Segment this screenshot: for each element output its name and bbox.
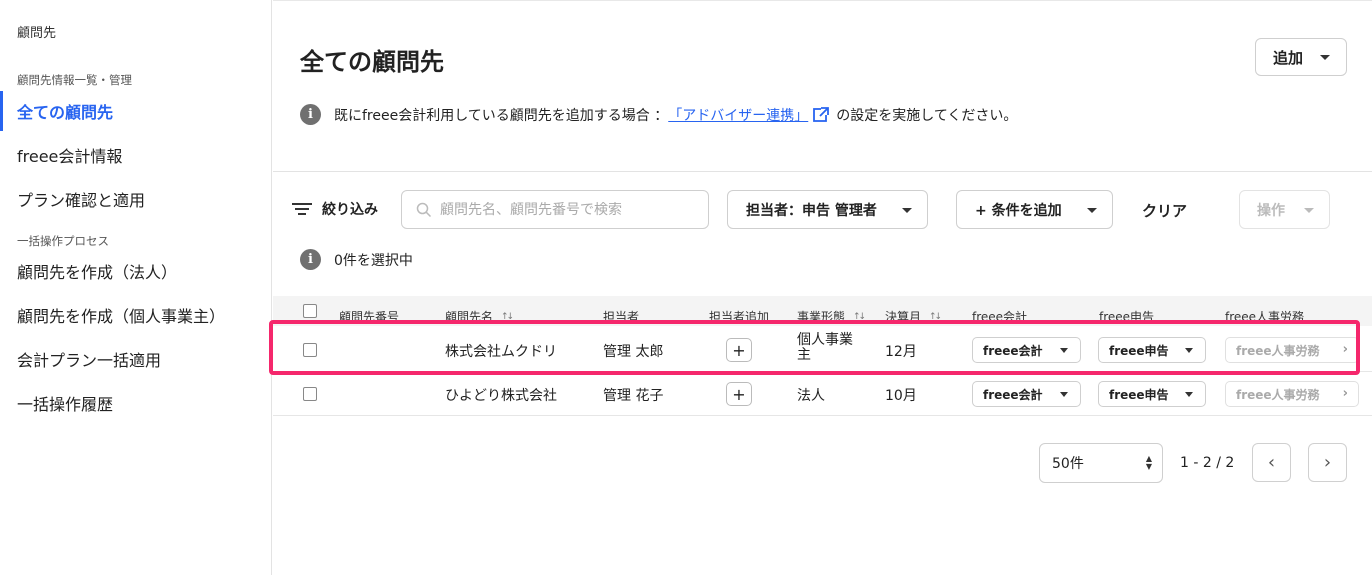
assignee-filter-dropdown[interactable]: 担当者：申告 管理者 (727, 190, 928, 229)
info-icon: i (300, 249, 321, 270)
fiscal-month: 12月 (885, 344, 917, 360)
clear-button[interactable]: クリア (1142, 200, 1187, 221)
caret-down-icon (1320, 55, 1330, 60)
filter-label: 絞り込み (322, 202, 378, 218)
header-hr: freee人事労務 (1225, 310, 1305, 324)
search-input[interactable] (440, 201, 700, 218)
top-border (273, 0, 1372, 1)
client-name[interactable]: ひよどり株式会社 (445, 385, 557, 405)
caret-down-icon (1087, 208, 1097, 213)
next-page-button[interactable]: › (1308, 443, 1347, 482)
header-accounting: freee会計 (972, 310, 1028, 324)
accounting-dropdown[interactable]: freee会計 (972, 337, 1081, 363)
assignee: 管理 花子 (603, 388, 664, 404)
chevron-left-icon: ‹ (1267, 452, 1276, 473)
business-type: 法人 (797, 388, 825, 404)
fiscal-month: 10月 (885, 388, 917, 404)
header-tax: freee申告 (1099, 310, 1155, 324)
tax-dropdown[interactable]: freee申告 (1098, 381, 1206, 407)
selection-count: 0件を選択中 (334, 252, 413, 269)
search-icon (416, 202, 432, 217)
sort-icon[interactable]: ↑↓ (929, 312, 942, 322)
info-message: i 既にfreee会計利用している顧問先を追加する場合 ： 「アドバイザー連携」… (300, 104, 1017, 125)
header-assignee: 担当者 (603, 310, 640, 324)
updown-icon: ▲ ▼ (1145, 454, 1152, 471)
header-business-type[interactable]: 事業形態 ↑↓ (797, 308, 866, 325)
sidebar: 顧問先 顧問先情報一覧・管理 全ての顧問先 freee会計情報 プラン確認と適用… (0, 0, 272, 575)
chevron-right-icon: › (1323, 452, 1332, 473)
row-checkbox[interactable] (303, 343, 317, 357)
sidebar-item-create-sole[interactable]: 顧問先を作成（個人事業主） (0, 295, 271, 335)
assignee: 管理 太郎 (603, 344, 664, 360)
sidebar-item-create-corp[interactable]: 顧問先を作成（法人） (0, 251, 271, 291)
chevron-right-icon: › (1342, 386, 1348, 401)
add-assignee-button[interactable]: + (726, 382, 752, 406)
per-page-value: 50件 (1052, 456, 1084, 472)
info-prefix: 既にfreee会計利用している顧問先を追加する場合 ： (334, 107, 669, 124)
sidebar-item-all-clients[interactable]: 全ての顧問先 (0, 91, 271, 131)
sidebar-item-bulk-history[interactable]: 一括操作履歴 (0, 383, 271, 423)
accounting-dropdown[interactable]: freee会計 (972, 381, 1081, 407)
header-add-assignee: 担当者追加 (709, 310, 770, 324)
row-divider (273, 415, 1372, 416)
selection-status: i 0件を選択中 (300, 249, 413, 270)
hr-button: freee人事労務 › (1225, 381, 1359, 407)
add-assignee-button[interactable]: + (726, 338, 752, 362)
row-checkbox[interactable] (303, 387, 317, 401)
assignee-filter-label: 担当者：申告 管理者 (746, 202, 877, 219)
add-button[interactable]: 追加 (1255, 38, 1347, 76)
info-suffix: の設定を実施してください。 (836, 107, 1018, 124)
caret-down-icon (902, 208, 912, 213)
chevron-right-icon: › (1342, 342, 1348, 357)
add-button-label: 追加 (1273, 48, 1304, 67)
sort-icon[interactable]: ↑↓ (501, 312, 514, 322)
hr-button: freee人事労務 › (1225, 337, 1359, 363)
operation-button[interactable]: 操作 (1239, 190, 1330, 229)
sidebar-section-title: 顧問先情報一覧・管理 (17, 73, 132, 87)
page-title: 全ての顧問先 (300, 48, 444, 76)
external-link-icon[interactable] (812, 106, 830, 124)
add-condition-label: + 条件を追加 (975, 202, 1062, 219)
operation-label: 操作 (1257, 202, 1285, 219)
prev-page-button[interactable]: ‹ (1252, 443, 1291, 482)
advisor-link[interactable]: 「アドバイザー連携」 (668, 105, 808, 125)
tax-dropdown[interactable]: freee申告 (1098, 337, 1206, 363)
add-condition-dropdown[interactable]: + 条件を追加 (956, 190, 1113, 229)
section-divider (273, 171, 1372, 172)
sidebar-item-plan[interactable]: プラン確認と適用 (0, 179, 271, 219)
header-fiscal-month[interactable]: 決算月 ↑↓ (885, 308, 942, 325)
info-icon: i (300, 104, 321, 125)
sidebar-section-title: 一括操作プロセス (17, 234, 109, 248)
caret-down-icon (1060, 348, 1068, 353)
sidebar-item-bulk-plan[interactable]: 会計プラン一括適用 (0, 339, 271, 379)
sort-icon[interactable]: ↑↓ (853, 312, 866, 322)
caret-down-icon (1304, 208, 1314, 213)
row-divider (273, 371, 1372, 372)
client-name[interactable]: 株式会社ムクドリ (445, 341, 557, 361)
sidebar-header: 顧問先 (17, 26, 57, 41)
header-number: 顧問先番号 (339, 310, 400, 324)
search-box (401, 190, 709, 229)
business-type: 個人事業主 (797, 332, 853, 363)
caret-down-icon (1185, 392, 1193, 397)
header-name[interactable]: 顧問先名 ↑↓ (445, 308, 514, 325)
per-page-select[interactable]: 50件 ▲ ▼ (1039, 443, 1163, 483)
page-range: 1 - 2 / 2 (1180, 455, 1235, 471)
caret-down-icon (1185, 348, 1193, 353)
filter-icon (292, 202, 312, 216)
sidebar-item-accounting-info[interactable]: freee会計情報 (0, 135, 271, 175)
filter-toggle[interactable]: 絞り込み (292, 199, 378, 219)
select-all-checkbox[interactable] (303, 304, 317, 318)
caret-down-icon (1060, 392, 1068, 397)
